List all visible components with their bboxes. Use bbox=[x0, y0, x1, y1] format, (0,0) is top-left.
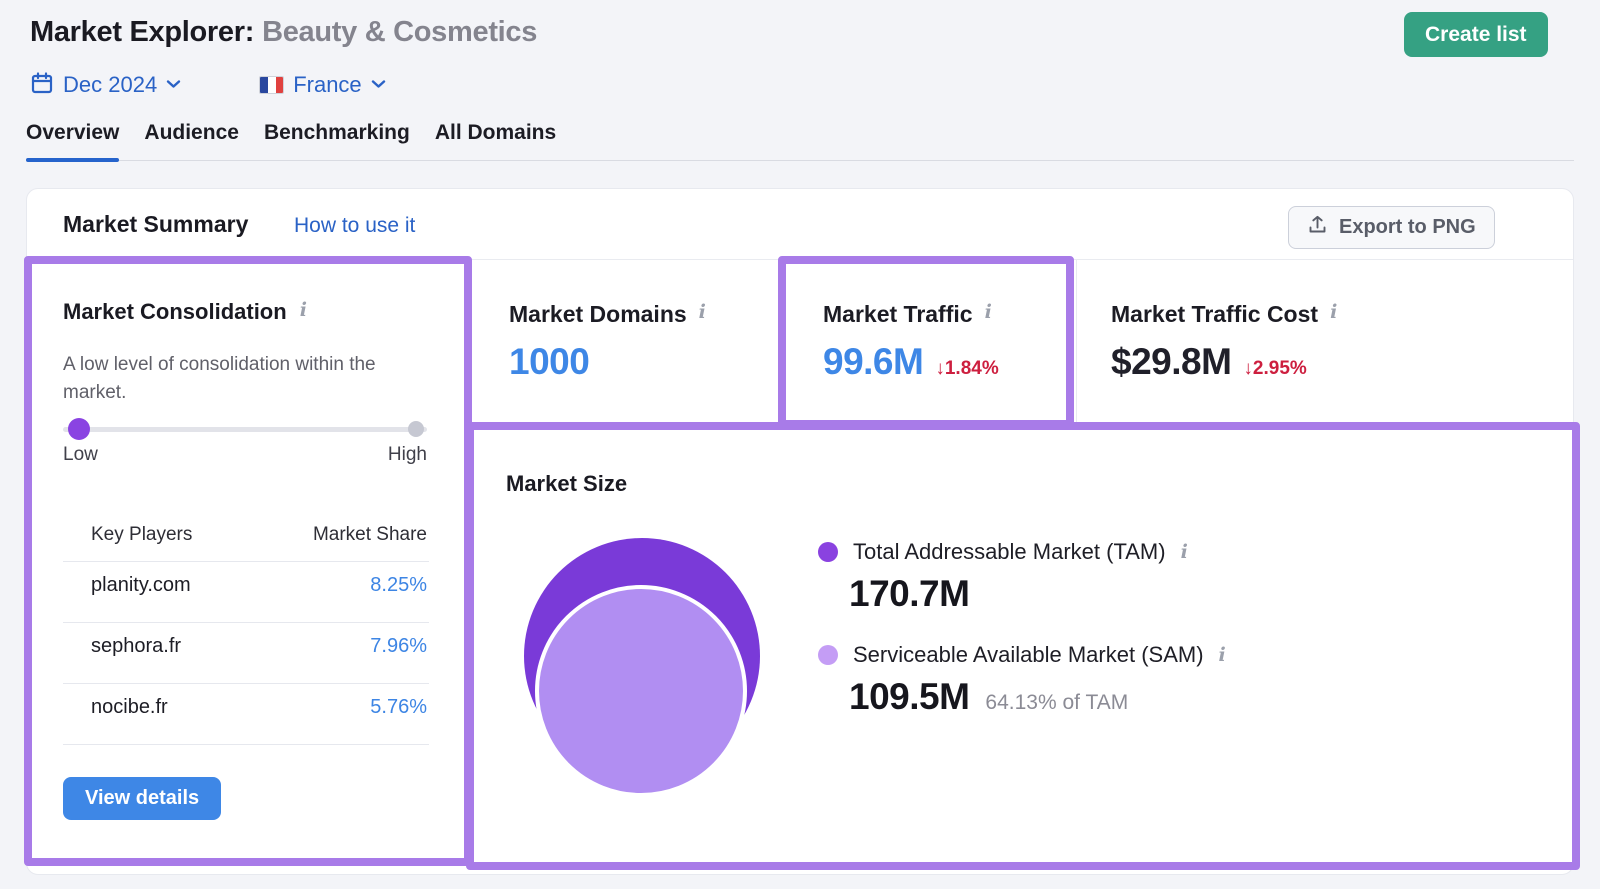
how-to-use-link[interactable]: How to use it bbox=[294, 214, 415, 238]
sam-legend-label: Serviceable Available Market (SAM) bbox=[853, 642, 1204, 668]
sam-legend-dot-icon bbox=[818, 645, 838, 665]
tam-legend: Total Addressable Market (TAM) i bbox=[818, 539, 1188, 565]
market-traffic-cost-title: Market Traffic Cost i bbox=[1111, 301, 1337, 328]
flag-france-icon bbox=[259, 76, 284, 94]
key-player-domain: nocibe.fr bbox=[63, 696, 168, 719]
country-filter-label: France bbox=[293, 72, 361, 98]
key-player-domain: sephora.fr bbox=[63, 635, 181, 658]
tam-legend-label: Total Addressable Market (TAM) bbox=[853, 539, 1166, 565]
divider bbox=[781, 260, 782, 426]
consolidation-slider-knob[interactable] bbox=[68, 418, 90, 440]
tam-value-number: 170.7M bbox=[849, 573, 969, 614]
market-consolidation-title: Market Consolidation i bbox=[63, 299, 307, 325]
consolidation-slider-end-dot bbox=[408, 421, 424, 437]
tab-bar: Overview Audience Benchmarking All Domai… bbox=[26, 119, 1574, 161]
divider bbox=[63, 744, 429, 745]
sam-legend: Serviceable Available Market (SAM) i bbox=[818, 642, 1226, 668]
tab-audience[interactable]: Audience bbox=[144, 119, 239, 160]
consolidation-slider-track[interactable] bbox=[63, 427, 427, 432]
divider bbox=[63, 622, 429, 623]
sam-circle bbox=[535, 585, 747, 797]
key-player-share[interactable]: 7.96% bbox=[370, 635, 427, 658]
divider bbox=[63, 561, 429, 562]
tam-legend-dot-icon bbox=[818, 542, 838, 562]
sam-percent-of-tam: 64.13% of TAM bbox=[985, 691, 1128, 715]
consolidation-description: A low level of consolidation within the … bbox=[63, 351, 425, 407]
market-size-title: Market Size bbox=[506, 471, 627, 497]
filter-bar: Dec 2024 France bbox=[30, 70, 386, 100]
divider bbox=[1076, 260, 1077, 426]
key-players-header: Key Players Market Share bbox=[63, 524, 427, 546]
divider bbox=[27, 259, 1573, 260]
market-traffic-change: ↓1.84% bbox=[935, 358, 998, 380]
table-row: planity.com 8.25% bbox=[63, 574, 427, 597]
market-traffic-cost-value: $29.8M ↓2.95% bbox=[1111, 341, 1307, 383]
page-title: Market Explorer:Beauty & Cosmetics bbox=[30, 16, 537, 49]
tab-benchmarking[interactable]: Benchmarking bbox=[264, 119, 410, 160]
market-domains-number[interactable]: 1000 bbox=[509, 341, 589, 383]
market-summary-card: Market Summary How to use it Export to P… bbox=[26, 188, 1574, 875]
market-explorer-page: Market Explorer:Beauty & Cosmetics Creat… bbox=[0, 0, 1600, 889]
market-traffic-title: Market Traffic i bbox=[823, 301, 992, 328]
info-icon[interactable]: i bbox=[1330, 301, 1337, 323]
chevron-down-icon bbox=[371, 76, 386, 94]
date-filter[interactable]: Dec 2024 bbox=[30, 71, 181, 100]
market-share-column-header: Market Share bbox=[313, 524, 427, 546]
tab-benchmarking-label: Benchmarking bbox=[264, 121, 410, 144]
page-title-prefix: Market Explorer: bbox=[30, 16, 254, 48]
market-traffic-cost-number: $29.8M bbox=[1111, 341, 1231, 383]
sam-value-number: 109.5M bbox=[849, 676, 969, 718]
consolidation-slider-labels: Low High bbox=[63, 444, 427, 466]
create-list-label: Create list bbox=[1425, 23, 1527, 47]
chevron-down-icon bbox=[166, 76, 181, 94]
market-traffic-cost-change: ↓2.95% bbox=[1243, 358, 1306, 380]
page-title-market: Beauty & Cosmetics bbox=[262, 16, 537, 48]
date-filter-label: Dec 2024 bbox=[63, 72, 157, 98]
export-to-png-label: Export to PNG bbox=[1339, 216, 1476, 239]
view-details-button[interactable]: View details bbox=[63, 777, 221, 820]
tab-all-domains-label: All Domains bbox=[435, 121, 556, 144]
key-player-share[interactable]: 5.76% bbox=[370, 696, 427, 719]
tab-overview-label: Overview bbox=[26, 121, 119, 144]
market-consolidation-title-text: Market Consolidation bbox=[63, 299, 287, 325]
export-to-png-button[interactable]: Export to PNG bbox=[1288, 206, 1495, 249]
key-players-column-header: Key Players bbox=[63, 524, 192, 546]
market-domains-value: 1000 bbox=[509, 341, 589, 383]
tab-all-domains[interactable]: All Domains bbox=[435, 119, 556, 160]
market-traffic-title-text: Market Traffic bbox=[823, 301, 973, 328]
divider bbox=[63, 683, 429, 684]
upload-icon bbox=[1307, 214, 1328, 241]
key-player-domain: planity.com bbox=[63, 574, 191, 597]
market-traffic-value: 99.6M ↓1.84% bbox=[823, 341, 999, 383]
slider-high-label: High bbox=[388, 444, 427, 466]
slider-low-label: Low bbox=[63, 444, 98, 466]
market-domains-title-text: Market Domains bbox=[509, 301, 687, 328]
info-icon[interactable]: i bbox=[699, 301, 706, 323]
market-domains-title: Market Domains i bbox=[509, 301, 706, 328]
country-filter[interactable]: France bbox=[259, 72, 385, 98]
market-summary-title: Market Summary bbox=[63, 211, 248, 238]
tab-overview[interactable]: Overview bbox=[26, 119, 119, 160]
table-row: sephora.fr 7.96% bbox=[63, 635, 427, 658]
market-traffic-number[interactable]: 99.6M bbox=[823, 341, 923, 383]
info-icon[interactable]: i bbox=[300, 299, 307, 321]
key-player-share[interactable]: 8.25% bbox=[370, 574, 427, 597]
table-row: nocibe.fr 5.76% bbox=[63, 696, 427, 719]
calendar-icon bbox=[30, 71, 54, 100]
market-traffic-cost-title-text: Market Traffic Cost bbox=[1111, 301, 1318, 328]
info-icon[interactable]: i bbox=[1219, 644, 1226, 666]
info-icon[interactable]: i bbox=[1181, 541, 1188, 563]
tab-audience-label: Audience bbox=[144, 121, 239, 144]
info-icon[interactable]: i bbox=[985, 301, 992, 323]
sam-value: 109.5M 64.13% of TAM bbox=[849, 676, 1128, 718]
create-list-button[interactable]: Create list bbox=[1404, 12, 1548, 57]
tam-value: 170.7M bbox=[849, 573, 969, 615]
view-details-label: View details bbox=[85, 787, 199, 810]
